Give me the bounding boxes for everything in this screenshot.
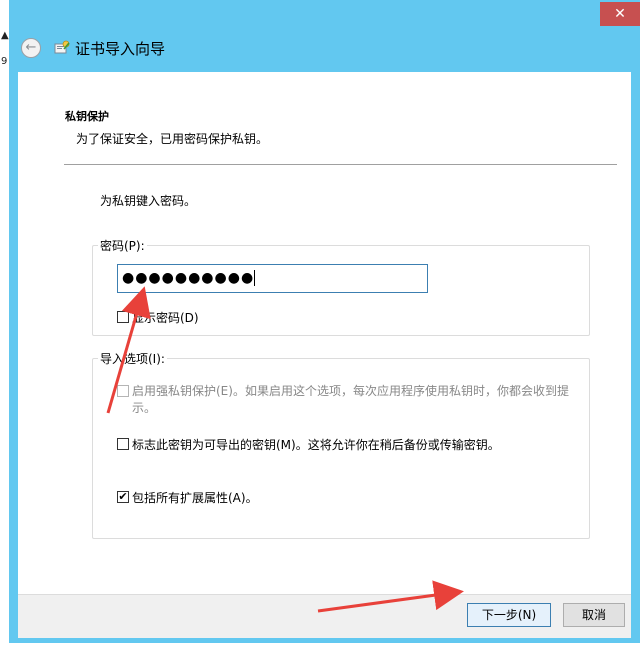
show-password-checkbox[interactable]	[117, 311, 129, 323]
import-options-label: 导入选项(I):	[98, 350, 167, 367]
background-mark: ▲	[1, 30, 9, 41]
exportable-key-checkbox[interactable]	[117, 438, 129, 450]
exportable-key-label: 标志此密钥为可导出的密钥(M)。这将允许你在稍后备份或传输密钥。	[132, 438, 500, 452]
divider	[64, 164, 617, 165]
cancel-button[interactable]: 取消	[563, 603, 625, 627]
background-mark: 9	[1, 56, 8, 67]
window-title: 证书导入向导	[75, 40, 166, 58]
certificate-wizard-icon	[54, 40, 70, 54]
wizard-window: ✕ ← 证书导入向导 私钥保护 为了保证安全，已用密码保护私钥。 为私钥键入密码…	[9, 0, 640, 643]
back-button[interactable]: ←	[21, 38, 41, 58]
password-label: 密码(P):	[98, 237, 147, 254]
wizard-header: ← 证书导入向导	[9, 28, 640, 66]
password-value: ●●●●●●●●●●	[122, 270, 255, 286]
show-password-label: 显示密码(D)	[132, 311, 199, 325]
extended-properties-checkbox[interactable]: ✔	[117, 491, 129, 503]
background-strip: ▲ 9	[0, 0, 9, 651]
wizard-footer: 下一步(N) 取消	[18, 594, 631, 638]
text-caret	[254, 270, 256, 286]
next-button[interactable]: 下一步(N)	[467, 603, 551, 627]
password-input[interactable]: ●●●●●●●●●●	[117, 264, 428, 293]
back-arrow-icon: ←	[25, 40, 37, 55]
section-subtitle: 为了保证安全，已用密码保护私钥。	[76, 132, 269, 146]
close-button[interactable]: ✕	[600, 2, 640, 26]
extended-properties-label: 包括所有扩展属性(A)。	[132, 491, 258, 505]
wizard-content: 私钥保护 为了保证安全，已用密码保护私钥。 为私钥键入密码。 密码(P): ●●…	[18, 72, 631, 594]
section-title: 私钥保护	[65, 110, 109, 123]
instruction-text: 为私钥键入密码。	[100, 194, 197, 208]
strong-protection-label: 启用强私钥保护(E)。如果启用这个选项，每次应用程序使用私钥时，你都会收到提示。	[132, 384, 569, 415]
strong-protection-checkbox[interactable]	[117, 385, 129, 397]
